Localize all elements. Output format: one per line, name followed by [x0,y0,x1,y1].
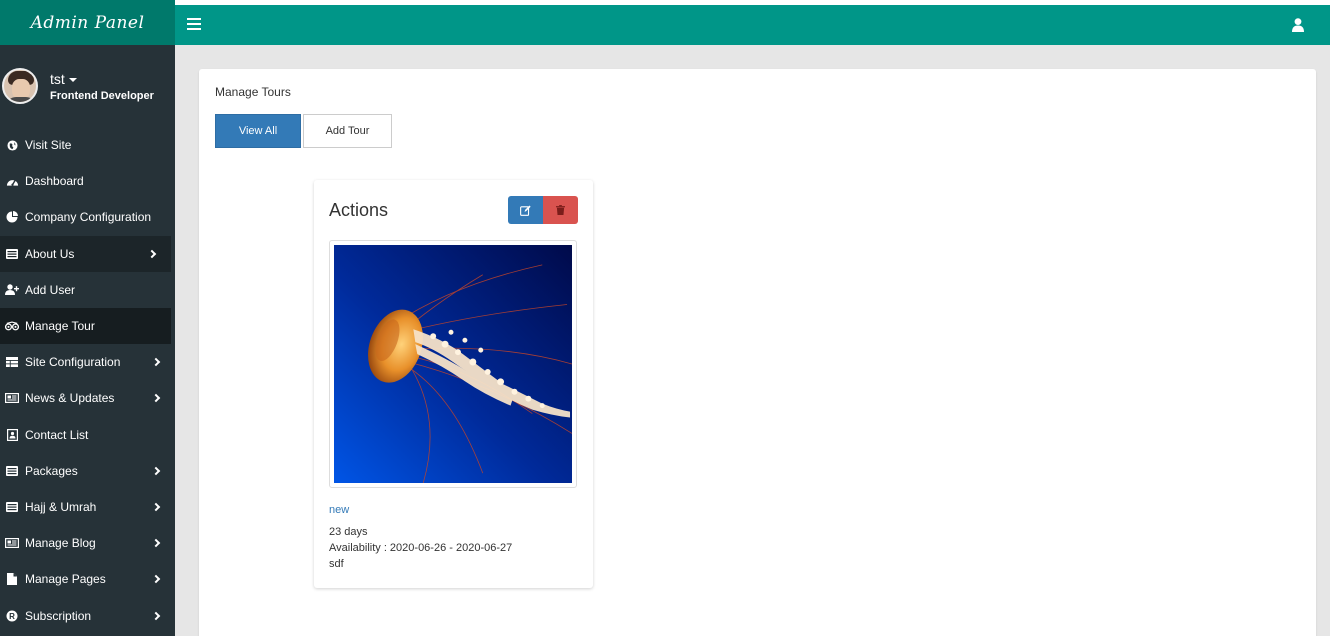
sidebar-item-manage-pages[interactable]: Manage Pages [0,561,175,597]
newspaper-icon [5,391,19,405]
card-actions [508,196,578,224]
profile-name-toggle[interactable]: tst [50,71,154,87]
list-icon [5,500,19,514]
binoculars-icon [5,319,19,333]
sidebar-item-packages[interactable]: Packages [0,453,175,489]
profile-role: Frontend Developer [50,89,154,102]
manage-tours-panel: Manage Tours View All Add Tour Actions n… [199,69,1316,636]
sidebar-item-subscription[interactable]: R Subscription [0,597,175,633]
chevron-right-icon [151,394,161,403]
user-plus-icon [5,283,19,297]
user-profile: tst Frontend Developer [0,45,175,127]
svg-text:R: R [9,611,15,620]
chevron-right-icon [147,249,157,258]
edit-button[interactable] [508,196,543,224]
user-icon[interactable] [1292,18,1304,32]
brand-logo[interactable]: Admin Panel [0,0,175,45]
newspaper-icon [5,536,19,550]
chevron-right-icon [151,611,161,620]
sidebar-item-contact-list[interactable]: Contact List [0,417,175,453]
view-all-button[interactable]: View All [215,114,301,148]
page-title: Manage Tours [215,85,291,99]
tour-description: sdf [329,558,344,570]
sidebar-item-news-updates[interactable]: News & Updates [0,380,175,416]
view-toggle-group: View All Add Tour [215,114,392,148]
chevron-right-icon [151,575,161,584]
address-book-icon [5,428,19,442]
sidebar-item-about-us[interactable]: About Us [0,235,171,272]
top-navbar [175,5,1330,45]
sidebar-item-add-user[interactable]: Add User [0,272,175,308]
chevron-right-icon [151,502,161,512]
sidebar-item-hajj-umrah[interactable]: Hajj & Umrah [0,489,175,525]
globe-icon [5,138,19,152]
list-icon [5,247,19,261]
sidebar-item-manage-tour[interactable]: Manage Tour [0,307,171,345]
sidebar-item-company-configuration[interactable]: Company Configuration [0,199,175,235]
tour-image[interactable] [329,240,577,488]
file-icon [5,572,19,586]
add-tour-button[interactable]: Add Tour [303,114,392,148]
tour-name-link[interactable]: new [329,504,349,516]
sidebar-item-site-configuration[interactable]: Site Configuration [0,344,175,380]
chevron-right-icon [151,538,161,548]
delete-button[interactable] [543,196,578,224]
caret-down-icon [68,77,77,82]
table-icon [5,355,19,369]
chevron-right-icon [151,357,161,367]
tour-card: Actions new 23 days Availability: 2020-… [314,180,593,588]
profile-name: tst [50,70,65,87]
hamburger-menu-icon[interactable] [187,18,201,30]
sidebar: Admin Panel tst Frontend Developer Visit… [0,0,175,636]
tour-availability: Availability : 2020-06-26 - 2020-06-27 [329,542,513,554]
list-icon [5,464,19,478]
sidebar-item-visit-site[interactable]: Visit Site [0,127,175,163]
edit-icon [520,205,531,216]
chevron-right-icon [151,466,161,476]
tour-duration: 23 days [329,526,368,538]
sidebar-item-dashboard[interactable]: Dashboard [0,163,175,199]
sidebar-menu: Visit Site Dashboard Company Configurati… [0,127,175,634]
registered-icon: R [5,609,19,623]
sidebar-item-manage-blog[interactable]: Manage Blog [0,525,175,561]
tachometer-icon [5,174,19,188]
card-title: Actions [329,200,389,220]
pie-chart-icon [5,210,19,224]
trash-icon [556,205,565,215]
avatar[interactable] [2,68,38,104]
